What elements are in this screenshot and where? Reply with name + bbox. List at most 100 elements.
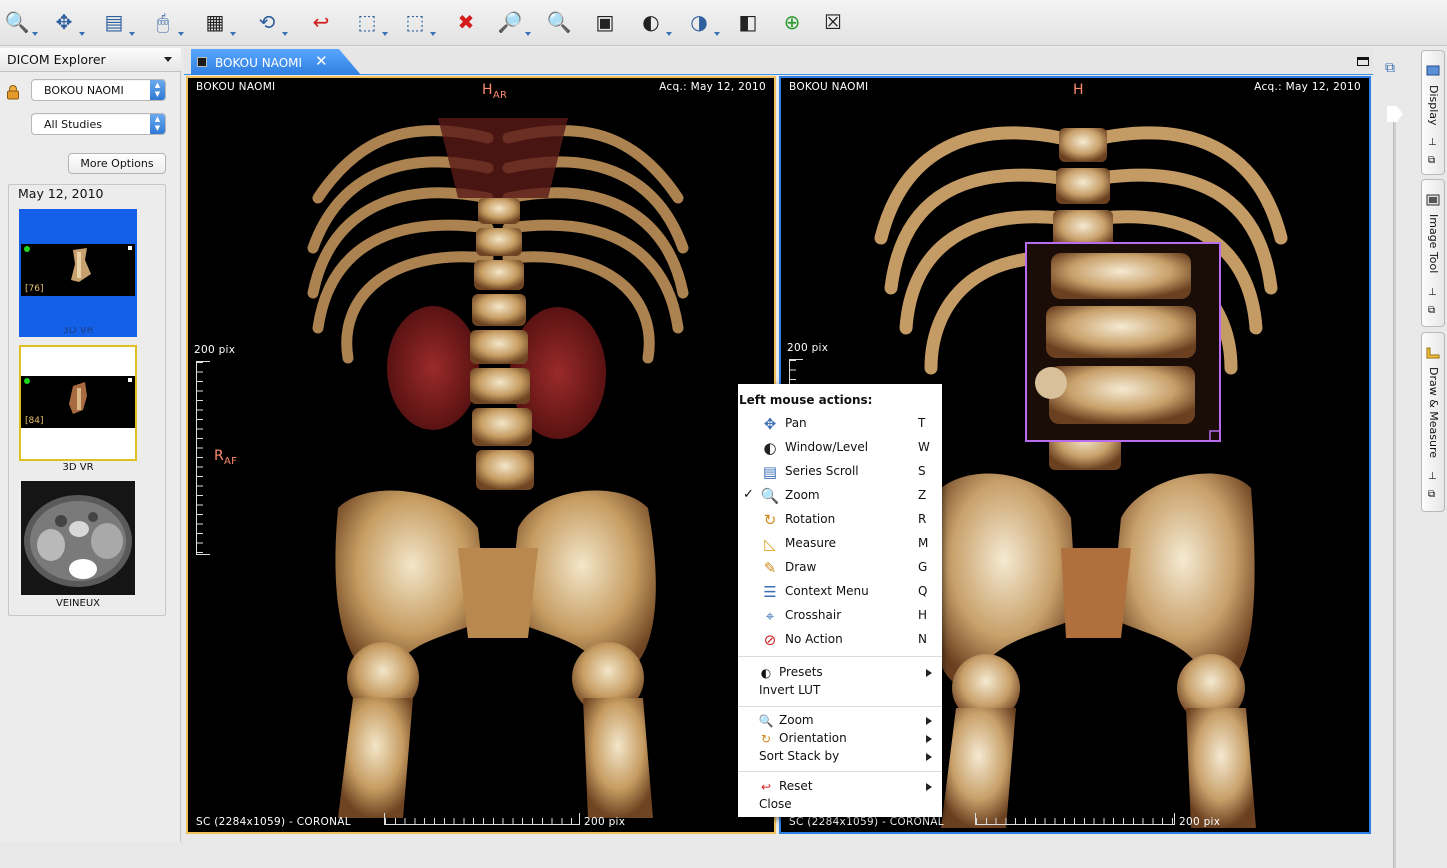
screenshot-button[interactable]: ▣ (588, 5, 622, 39)
dropdown-arrow-icon[interactable] (178, 32, 184, 36)
series-thumbnail-2[interactable]: [84] 3D VR (19, 345, 137, 473)
dropdown-arrow-icon[interactable] (79, 32, 85, 36)
panel-menu-arrow-icon[interactable] (164, 57, 172, 62)
float-icon[interactable]: ⧉ (1428, 489, 1435, 500)
tab-draw-measure[interactable]: Draw & Measure ⊥ ⧉ (1421, 332, 1445, 512)
menu-action-pan[interactable]: ✥ Pan T (738, 412, 942, 436)
volume-rendering-button[interactable]: ☒ (816, 5, 850, 39)
open-button[interactable]: 🔍 (0, 5, 38, 39)
menu-action-label: Crosshair (785, 608, 842, 622)
series-thumbnail-3[interactable]: VEINEUX (19, 479, 137, 609)
dropdown-arrow-icon[interactable] (32, 32, 38, 36)
synch-button[interactable]: ⟲ (250, 5, 288, 39)
menu-zoom[interactable]: 🔍 Zoom (738, 712, 942, 730)
reset-button[interactable]: ↩ (304, 5, 338, 39)
scroll-slider-knob[interactable] (1387, 106, 1403, 122)
select-roi-icon: ⬚ (357, 10, 377, 34)
series-scroll-icon: ▤ (762, 463, 778, 481)
patient-name-overlay: BOKOU NAOMI (789, 81, 869, 93)
menu-presets[interactable]: ◐ Presets (738, 664, 942, 682)
menu-action-window-level[interactable]: ◐ Window/Level W (738, 436, 942, 460)
thumbnail-image: [76] (21, 244, 135, 296)
tab-bokou-naomi[interactable]: BOKOU NAOMI ✕ (191, 49, 361, 75)
display-icon (1426, 65, 1440, 76)
export-button[interactable]: ▤ (97, 5, 135, 39)
horizontal-scale-label: 200 pix (1179, 816, 1221, 828)
menu-invert-lut[interactable]: Invert LUT (738, 682, 942, 700)
menu-orientation[interactable]: ↻ Orientation (738, 730, 942, 748)
delete-button[interactable]: ✖ (449, 5, 483, 39)
study-group: May 12, 2010 [76] 3D VR [84] 3D VR VEINE… (8, 184, 166, 616)
menu-zoom-label: Zoom (779, 713, 814, 727)
combo-spinner-icon: ▲ ▼ (150, 80, 165, 100)
dropdown-arrow-icon[interactable] (382, 32, 388, 36)
menu-sort-stack[interactable]: Sort Stack by (738, 748, 942, 766)
tab-display-label: Display (1427, 85, 1440, 126)
menu-action-context-menu[interactable]: ☰ Context Menu Q (738, 580, 942, 604)
maximize-icon[interactable] (1357, 57, 1369, 66)
viewport-left[interactable]: BOKOU NAOMI Acq.: May 12, 2010 HAR RAF 2… (186, 76, 776, 834)
dropdown-arrow-icon[interactable] (230, 32, 236, 36)
menu-action-measure[interactable]: ◺ Measure M (738, 532, 942, 556)
zoom-actual-button[interactable]: 🔍 (542, 5, 576, 39)
studies-combo[interactable]: All Studies ▲ ▼ (31, 113, 166, 135)
tab-image-tool[interactable]: Image Tool ⊥ ⧉ (1421, 179, 1445, 327)
dropdown-arrow-icon[interactable] (282, 32, 288, 36)
import-button[interactable]: ✥ (47, 5, 85, 39)
context-menu: Left mouse actions: ✥ Pan T ◐ Window/Level W ▤… (738, 384, 942, 817)
scroll-slider-track[interactable] (1393, 108, 1396, 868)
submenu-arrow-icon (926, 669, 932, 677)
reset-icon: ↩ (760, 780, 772, 794)
pin-icon[interactable]: ⊥ (1428, 471, 1437, 482)
menu-action-rotation[interactable]: ↻ Rotation R (738, 508, 942, 532)
menu-close[interactable]: Close (738, 796, 942, 814)
dropdown-arrow-icon[interactable] (129, 32, 135, 36)
vertical-scale-label: 200 pix (194, 344, 236, 356)
panel-title: DICOM Explorer (7, 52, 106, 67)
menu-action-draw[interactable]: ✎ Draw G (738, 556, 942, 580)
menu-action-crosshair[interactable]: ⌖ Crosshair H (738, 604, 942, 628)
invert-lut-button[interactable]: ◧ (731, 5, 765, 39)
delete-icon: ✖ (457, 10, 475, 34)
pin-icon[interactable]: ⊥ (1428, 287, 1437, 298)
select-roi-button[interactable]: ⬚ (350, 5, 388, 39)
menu-action-label: Context Menu (785, 584, 869, 598)
volume-rendering-image (307, 118, 689, 818)
3d-mpr-icon: ⊕ (783, 10, 801, 34)
zoom-roi-button[interactable]: ⬚ (398, 5, 436, 39)
dropdown-arrow-icon[interactable] (525, 32, 531, 36)
dropdown-arrow-icon[interactable] (666, 32, 672, 36)
mouse-actions-button[interactable]: 🖱 (146, 5, 184, 39)
series-tab-icon (197, 57, 207, 67)
float-icon[interactable]: ⧉ (1428, 155, 1435, 166)
pin-icon[interactable]: ⊥ (1428, 137, 1437, 148)
layout-switch-icon[interactable]: ⧉ (1385, 60, 1395, 76)
patient-combo[interactable]: BOKOU NAOMI ▲ ▼ (31, 79, 166, 101)
acquisition-date-overlay: Acq.: May 12, 2010 (659, 81, 766, 93)
menu-reset[interactable]: ↩ Reset (738, 778, 942, 796)
combo-spinner-icon: ▲ ▼ (150, 114, 165, 134)
close-tab-icon[interactable]: ✕ (315, 52, 328, 70)
3d-mpr-button[interactable]: ⊕ (775, 5, 809, 39)
context-menu-icon: ☰ (763, 583, 777, 601)
layout-grid-button[interactable]: ▦ (198, 5, 236, 39)
menu-action-zoom[interactable]: ✓ 🔍 Zoom Z (738, 484, 942, 508)
thumbnail-image: [84] (21, 376, 135, 428)
menu-action-series-scroll[interactable]: ▤ Series Scroll S (738, 460, 942, 484)
menu-action-no-action[interactable]: ⊘ No Action N (738, 628, 942, 652)
more-options-button[interactable]: More Options (68, 153, 166, 174)
magnifier-button[interactable]: 🔎 (493, 5, 531, 39)
tab-display[interactable]: Display ⊥ ⧉ (1421, 50, 1445, 175)
rotation-icon: ↻ (760, 732, 772, 746)
series-thumbnail-1[interactable]: [76] 3D VR (19, 209, 137, 337)
window-level-button[interactable]: ◐ (634, 5, 672, 39)
dropdown-arrow-icon[interactable] (714, 32, 720, 36)
menu-action-label: Series Scroll (785, 464, 859, 478)
lut-button[interactable]: ◑ (682, 5, 720, 39)
float-icon[interactable]: ⧉ (1428, 305, 1435, 316)
context-menu-header: Left mouse actions: (739, 393, 873, 407)
menu-separator (738, 656, 942, 657)
dicom-explorer-tab[interactable]: DICOM Explorer (0, 48, 181, 72)
dropdown-arrow-icon[interactable] (430, 32, 436, 36)
orientation-top-label: HAR (482, 82, 508, 101)
